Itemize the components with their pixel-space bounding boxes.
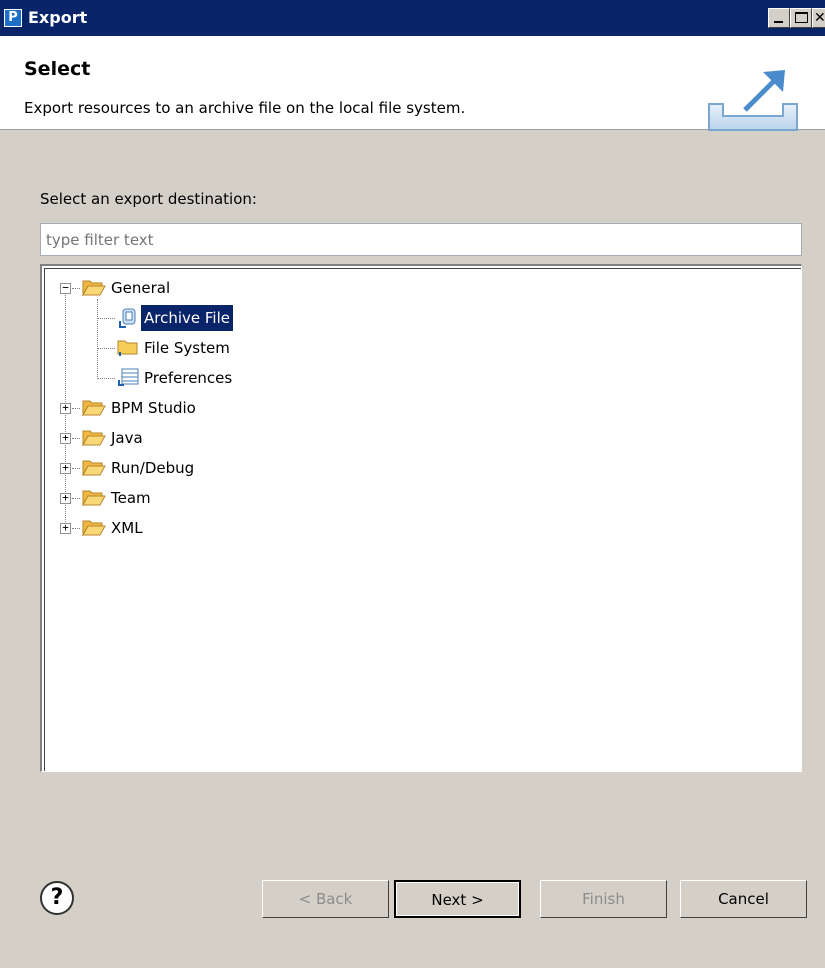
window-title: Export (28, 8, 88, 27)
expand-icon[interactable]: + (60, 492, 71, 504)
folder-open-icon (82, 280, 106, 296)
expand-icon[interactable]: + (60, 522, 71, 534)
tree-node-label: General (111, 279, 171, 297)
tree-node-general[interactable]: − General (45, 275, 785, 301)
export-dialog: P Export ✕ Select Export resources to an… (0, 0, 825, 968)
folder-open-icon (82, 490, 106, 506)
expand-icon[interactable]: + (60, 432, 71, 444)
tree-connector (72, 288, 80, 289)
folder-open-icon (82, 400, 106, 416)
close-icon: ✕ (814, 10, 825, 26)
destination-label: Select an export destination: (40, 190, 257, 208)
maximize-icon (795, 12, 808, 23)
tree-node-team[interactable]: + Team (45, 485, 785, 511)
destination-tree[interactable]: − General Archive File File System Prefe… (40, 264, 802, 772)
page-description: Export resources to an archive file on t… (24, 99, 466, 117)
tree-connector (72, 498, 80, 499)
tree-node-preferences[interactable]: Preferences (45, 365, 785, 391)
help-button[interactable]: ? (40, 881, 74, 915)
app-icon: P (4, 9, 22, 27)
tree-node-label: XML (111, 519, 143, 537)
tree-node-label: Java (111, 429, 143, 447)
tree-node-label: Run/Debug (111, 459, 195, 477)
minimize-button[interactable] (768, 8, 790, 28)
archive-file-icon (119, 308, 136, 328)
maximize-button[interactable] (790, 8, 812, 28)
page-title: Select (24, 58, 91, 80)
tree-node-archive-file[interactable]: Archive File (45, 305, 785, 331)
minimize-icon (774, 21, 783, 23)
folder-icon (117, 340, 138, 356)
collapse-icon[interactable]: − (60, 282, 71, 294)
export-banner-icon (708, 70, 798, 131)
tree-node-run-debug[interactable]: + Run/Debug (45, 455, 785, 481)
folder-open-icon (82, 430, 106, 446)
tree-node-file-system[interactable]: File System (45, 335, 785, 361)
tree-node-label: File System (144, 339, 230, 357)
folder-open-icon (82, 520, 106, 536)
tree-node-label: BPM Studio (111, 399, 196, 417)
expand-icon[interactable]: + (60, 402, 71, 414)
folder-open-icon (82, 460, 106, 476)
tree-node-xml[interactable]: + XML (45, 515, 785, 541)
tree-node-java[interactable]: + Java (45, 425, 785, 451)
tree-connector (72, 408, 80, 409)
tree-node-bpm-studio[interactable]: + BPM Studio (45, 395, 785, 421)
tree-node-label: Archive File (141, 305, 233, 331)
cancel-button[interactable]: Cancel (680, 880, 807, 918)
tree-connector (97, 318, 115, 319)
next-button[interactable]: Next > (394, 880, 521, 918)
tree-connector (72, 468, 80, 469)
tree-node-label: Preferences (144, 369, 233, 387)
tree-connector (72, 528, 80, 529)
filter-input[interactable] (40, 223, 802, 256)
preferences-icon (118, 368, 139, 386)
tree-connector (72, 438, 80, 439)
title-bar[interactable]: P Export ✕ (0, 0, 825, 36)
back-button[interactable]: < Back (262, 880, 389, 918)
finish-button[interactable]: Finish (540, 880, 667, 918)
expand-icon[interactable]: + (60, 462, 71, 474)
wizard-header: Select Export resources to an archive fi… (0, 36, 825, 131)
tree-connector (97, 348, 115, 349)
tree-connector (97, 378, 115, 379)
close-button[interactable]: ✕ (812, 8, 825, 28)
tree-node-label: Team (111, 489, 151, 507)
